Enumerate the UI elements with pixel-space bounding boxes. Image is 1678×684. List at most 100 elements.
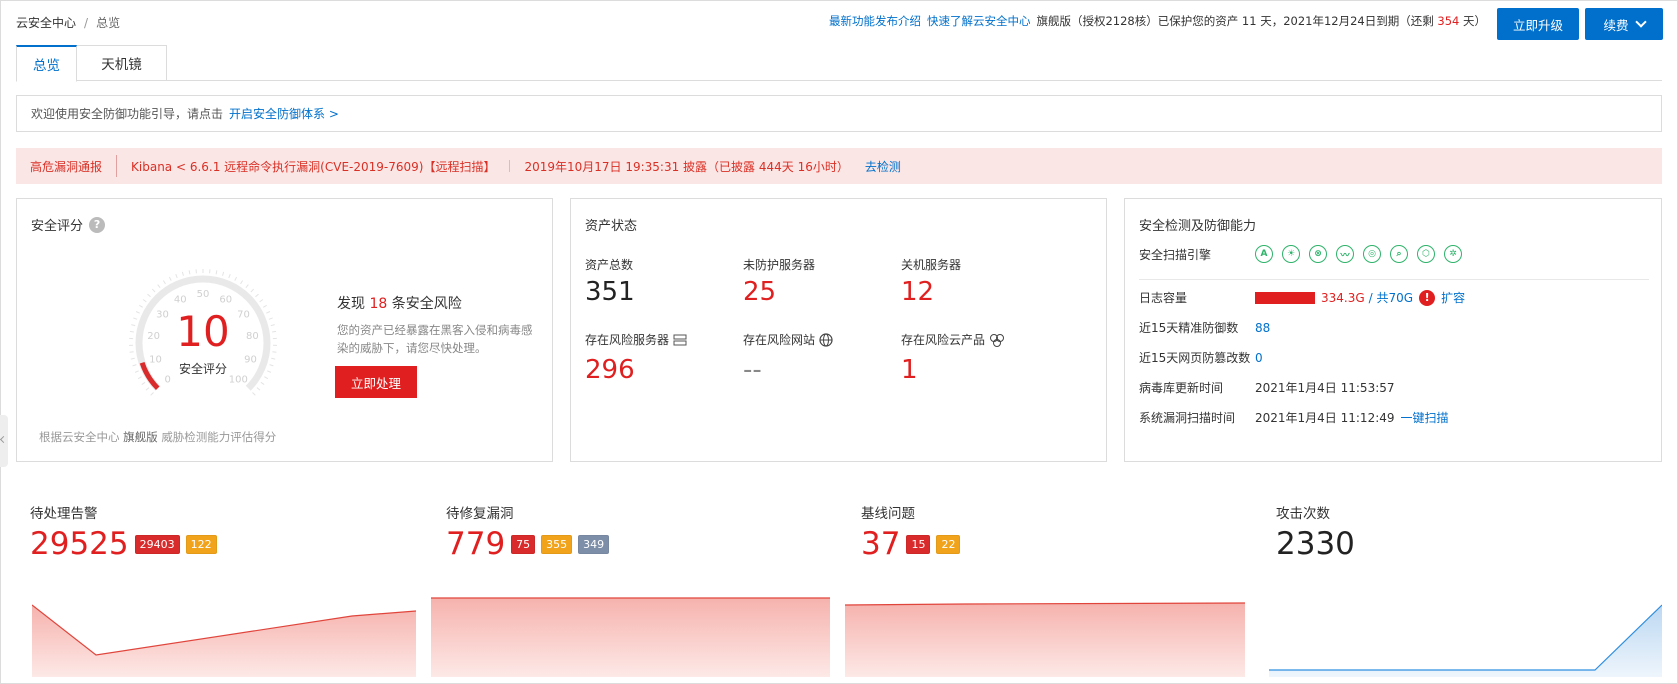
help-icon[interactable]: ? <box>89 216 106 233</box>
gauge-tick <box>139 304 144 308</box>
gauge-tick <box>215 270 218 275</box>
baseline-issues-metric[interactable]: 基线问题 37 15 22 <box>861 502 961 563</box>
risk-suffix: 条安全风险 <box>391 296 462 312</box>
collapse-handle[interactable] <box>0 415 8 467</box>
score-label: 安全评分 <box>178 362 227 376</box>
risk-cloud-value[interactable]: 1 <box>901 357 918 383</box>
metric-value: 37 <box>861 526 901 562</box>
renew-button[interactable]: 续费 <box>1585 8 1663 40</box>
metric-label: 基线问题 <box>861 506 915 522</box>
expand-capacity-link[interactable]: 扩容 <box>1441 289 1465 306</box>
scan-engine-icon[interactable]: A <box>1255 245 1273 263</box>
shutdown-servers-value[interactable]: 12 <box>901 279 934 305</box>
scan-engine-icon[interactable]: ⬡ <box>1417 245 1435 263</box>
gauge-tick <box>260 381 265 386</box>
sparkline-area <box>845 603 1245 677</box>
one-click-scan-link[interactable]: 一键扫描 <box>1401 409 1449 426</box>
breadcrumb-current: 总览 <box>96 16 121 30</box>
tab-overview[interactable]: 总览 <box>16 45 77 82</box>
engines-row: 安全扫描引擎 A ☀ ⊗ 〰 ◎ ⌕ ⬡ ✲ <box>1139 245 1462 263</box>
vulns-sparkline <box>431 597 830 677</box>
gauge-tick <box>252 392 256 396</box>
metric-value-row: 29525 29403 122 <box>30 526 217 563</box>
gauge-tick <box>162 280 166 285</box>
divider <box>1139 279 1649 280</box>
vuln-scan-row: 系统漏洞扫描时间 2021年1月4日 11:12:49 一键扫描 <box>1139 409 1449 426</box>
metric-value: 29525 <box>30 526 129 562</box>
risk-summary: 发现 18 条安全风险 <box>337 293 462 313</box>
gauge-tick <box>245 284 249 288</box>
upgrade-button[interactable]: 立即升级 <box>1497 8 1579 40</box>
log-capacity-label: 日志容量 <box>1139 291 1188 305</box>
gauge-tick <box>256 387 261 391</box>
metric-label: 攻击次数 <box>1276 506 1330 522</box>
engines-label: 安全扫描引擎 <box>1139 247 1212 262</box>
engine-icons: A ☀ ⊗ 〰 ◎ ⌕ ⬡ ✲ <box>1255 245 1462 263</box>
asset-card-title: 资产状态 <box>585 219 638 234</box>
tamper-row: 近15天网页防篡改数 0 <box>1139 349 1263 366</box>
gauge-tick <box>150 392 154 396</box>
learn-more-link[interactable]: 快速了解云安全中心 <box>927 13 1031 29</box>
virus-db-label: 病毒库更新时间 <box>1139 381 1224 395</box>
gauge-tick <box>147 293 151 298</box>
attack-count-metric[interactable]: 攻击次数 2330 <box>1276 502 1355 563</box>
metric-value: 779 <box>446 526 506 562</box>
unprotected-servers-value[interactable]: 25 <box>743 279 776 305</box>
metric-value: 2330 <box>1276 526 1355 562</box>
badge-medium: 22 <box>936 535 961 555</box>
risk-servers-value[interactable]: 296 <box>585 357 635 383</box>
alert-title[interactable]: Kibana < 6.6.1 远程命令执行漏洞(CVE-2019-7609)【远… <box>117 158 509 175</box>
alerts-sparkline <box>32 604 416 677</box>
cloud-products-icon <box>990 333 1005 347</box>
scan-engine-icon[interactable]: ◎ <box>1363 245 1381 263</box>
breadcrumb-separator: / <box>84 15 89 30</box>
pending-vulns-metric[interactable]: 待修复漏洞 779 75 355 349 <box>446 502 610 563</box>
tamper-label: 近15天网页防篡改数 <box>1139 351 1251 365</box>
scan-engine-icon[interactable]: ✲ <box>1444 245 1462 263</box>
scan-engine-icon[interactable]: ⊗ <box>1309 245 1327 263</box>
guide-link[interactable]: 开启安全防御体系 > <box>229 105 339 122</box>
days-suffix: 天） <box>1463 14 1486 28</box>
gauge-tick <box>145 387 150 391</box>
attacks-sparkline <box>1269 604 1662 677</box>
gauge-tick <box>188 270 191 275</box>
new-features-link[interactable]: 最新功能发布介绍 <box>829 13 921 29</box>
scan-engine-icon[interactable]: ⌕ <box>1390 245 1408 263</box>
gauge-tick <box>222 271 225 276</box>
risk-sites-label: 存在风险网站 <box>743 333 816 347</box>
alert-detect-link[interactable]: 去检测 <box>863 158 901 175</box>
breadcrumb-root[interactable]: 云安全中心 <box>16 14 76 31</box>
total-assets-label: 资产总数 <box>585 258 634 272</box>
gauge-tick <box>228 274 231 279</box>
card-title: 安全评分 ? <box>31 215 106 234</box>
badge-medium: 122 <box>185 535 217 555</box>
defense-label: 近15天精准防御数 <box>1139 321 1239 335</box>
alert-label: 高危漏洞通报 <box>30 159 103 174</box>
sparkline-line <box>1269 604 1662 671</box>
risk-sites-value[interactable]: -- <box>743 357 762 383</box>
log-usage-bar <box>1255 291 1315 304</box>
gauge-tick <box>262 304 267 308</box>
handle-now-button[interactable]: 立即处理 <box>335 366 417 398</box>
security-score-card: 安全评分 ? 0 10 20 30 40 50 60 70 80 90 100 10 安全评分 发现… <box>16 198 553 462</box>
chevron-down-icon <box>1634 16 1647 28</box>
risk-servers-label-row: 存在风险服务器 <box>585 331 687 348</box>
risk-servers-label: 存在风险服务器 <box>585 333 670 347</box>
badge-high: 29403 <box>134 535 180 555</box>
vuln-scan-time: 2021年1月4日 11:12:49 <box>1255 411 1395 425</box>
gauge-tick <box>151 288 156 293</box>
metric-value-row: 37 15 22 <box>861 526 961 563</box>
tab-tianjijing[interactable]: 天机镜 <box>77 45 167 81</box>
gauge-tick <box>250 288 255 293</box>
metric-value-row: 779 75 355 349 <box>446 526 610 563</box>
pending-alerts-metric[interactable]: 待处理告警 29525 29403 122 <box>30 502 217 563</box>
scan-engine-icon[interactable]: ☀ <box>1282 245 1300 263</box>
gauge-tick <box>259 299 264 303</box>
total-assets-value[interactable]: 351 <box>585 279 635 305</box>
renew-label: 续费 <box>1603 18 1629 33</box>
tamper-count[interactable]: 0 <box>1255 351 1263 365</box>
score-card-title: 安全评分 <box>31 219 84 234</box>
scan-engine-icon[interactable]: 〰 <box>1336 245 1354 263</box>
globe-icon <box>819 332 833 347</box>
defense-count[interactable]: 88 <box>1255 321 1270 335</box>
